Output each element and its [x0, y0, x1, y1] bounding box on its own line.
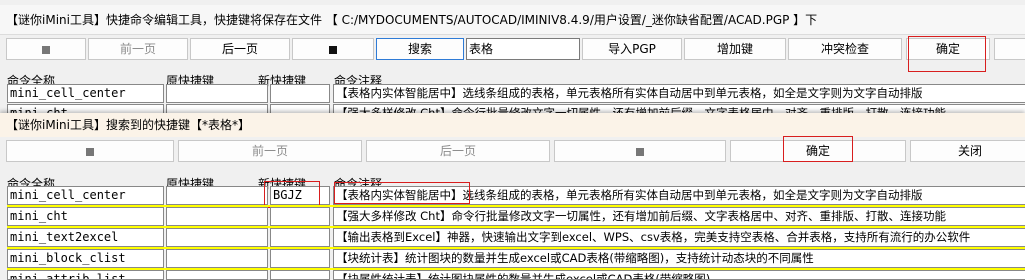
first-page-button[interactable] — [6, 38, 86, 60]
conflict-check-button[interactable]: 冲突检查 — [788, 38, 902, 60]
last-page-button[interactable] — [292, 38, 374, 60]
new-key-field[interactable] — [270, 228, 330, 247]
import-pgp-button[interactable]: 导入PGP — [582, 38, 682, 60]
dialog-title: 【谜你iMini工具】搜索到的快捷键【*表格*】 — [0, 113, 1025, 137]
command-name-field[interactable]: mini_attrib_list — [7, 270, 164, 280]
old-key-field[interactable] — [166, 207, 268, 226]
stop-icon — [636, 147, 644, 156]
dialog-first-page-button[interactable] — [6, 140, 174, 162]
stop-icon — [329, 45, 337, 54]
old-key-field[interactable] — [166, 228, 268, 247]
dialog-close-button[interactable]: 关闭 — [910, 140, 1025, 162]
extra-button[interactable] — [994, 38, 1025, 60]
add-key-button[interactable]: 增加键 — [684, 38, 786, 60]
stop-icon — [86, 147, 94, 156]
command-note-field[interactable]: 【表格内实体智能居中】选线条组成的表格，单元表格所有实体自动居中到单元表格，如全… — [333, 84, 1025, 103]
highlight-box — [908, 36, 986, 72]
highlight-box — [334, 182, 470, 204]
prev-page-button[interactable]: 前一页 — [88, 38, 188, 60]
command-name-field[interactable]: mini_text2excel — [7, 228, 164, 247]
command-note-field[interactable]: 【块统计表】统计图块的数量并生成excel或CAD表格(带缩略图)，支持统计动态… — [333, 249, 1025, 268]
new-key-field[interactable] — [270, 270, 330, 280]
new-key-field[interactable] — [270, 249, 330, 268]
command-note-field[interactable]: 【输出表格到Excel】神器，快速输出文字到excel、WPS、csv表格，完美… — [333, 228, 1025, 247]
highlight-box — [264, 181, 320, 208]
new-key-field[interactable] — [270, 207, 330, 226]
command-note-field[interactable]: 【块属性统计表】统计图块属性的数量并生成excel或CAD表格(带缩略图) — [333, 270, 1025, 280]
window-title: 【谜你iMini工具】快捷命令编辑工具，快捷键将保存在文件 【 C:/MYDOC… — [0, 5, 1025, 35]
old-key-field[interactable] — [166, 249, 268, 268]
search-button[interactable]: 搜索 — [376, 38, 464, 60]
old-key-field[interactable] — [166, 270, 268, 280]
highlight-box — [783, 136, 853, 162]
next-page-button[interactable]: 后一页 — [190, 38, 290, 60]
dialog-prev-page-button[interactable]: 前一页 — [178, 140, 362, 162]
command-note-field[interactable]: 【强大多样修改 Cht】命令行批量修改文字一切属性，还有增加前后缀、文字表格居中… — [333, 207, 1025, 226]
dialog-next-page-button[interactable]: 后一页 — [366, 140, 550, 162]
command-name-field[interactable]: mini_cell_center — [7, 84, 164, 103]
dialog-last-page-button[interactable] — [554, 140, 726, 162]
command-name-field[interactable]: mini_cht — [7, 207, 164, 226]
search-input[interactable]: 表格 — [466, 38, 580, 60]
old-key-field[interactable] — [166, 84, 268, 103]
command-name-field[interactable]: mini_cell_center — [7, 186, 164, 205]
command-name-field[interactable]: mini_block_clist — [7, 249, 164, 268]
old-key-field[interactable] — [166, 186, 268, 205]
stop-icon — [42, 45, 50, 54]
new-key-field[interactable] — [270, 84, 330, 103]
